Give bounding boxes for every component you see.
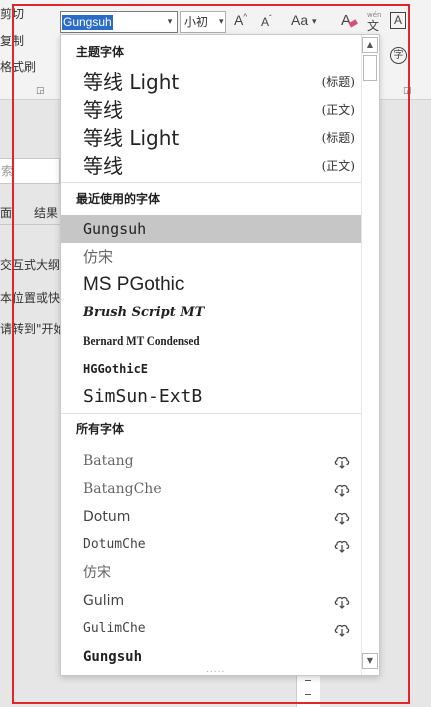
font-option-theme[interactable]: 等线 Light (标题)	[61, 68, 361, 96]
scroll-down-arrow-icon[interactable]: ▼	[362, 653, 378, 669]
font-option-all[interactable]: Gulim	[61, 587, 361, 615]
section-divider	[61, 413, 361, 414]
font-option-all[interactable]: GulimChe	[61, 615, 361, 643]
cloud-download-icon	[334, 512, 350, 525]
cut-button[interactable]: 剪切	[0, 5, 24, 22]
font-option-recent-selected[interactable]: Gungsuh	[61, 215, 361, 243]
enclose-characters-icon[interactable]: 字	[390, 47, 407, 64]
font-name-value[interactable]: Gungsuh	[62, 15, 113, 30]
format-painter-button[interactable]: 格式刷	[0, 58, 36, 75]
font-dialog-launcher-icon[interactable]: ◲	[403, 86, 412, 96]
font-option-recent[interactable]: HGGothicE	[61, 355, 361, 383]
font-option-all[interactable]: DotumChe	[61, 531, 361, 559]
nav-info-line: 请转到"开始	[0, 322, 66, 336]
clipboard-launcher-icon[interactable]: ◲	[36, 86, 45, 96]
scroll-up-arrow-icon[interactable]: ▲	[362, 37, 378, 53]
nav-tab-headings[interactable]: 面	[0, 204, 12, 221]
clear-formatting-icon[interactable]: A	[340, 10, 358, 30]
font-option-recent[interactable]: Brush Script MT	[61, 299, 361, 327]
document-area	[380, 100, 431, 707]
shrink-font-button[interactable]: Aˇ	[261, 14, 272, 29]
all-fonts-header: 所有字体	[61, 415, 361, 443]
cloud-download-icon	[334, 624, 350, 637]
font-option-recent[interactable]: 仿宋	[61, 243, 361, 271]
font-option-theme[interactable]: 等线 Light (标题)	[61, 124, 361, 152]
cloud-download-icon	[334, 484, 350, 497]
svg-text:wén: wén	[367, 11, 381, 19]
character-border-icon[interactable]: A	[390, 12, 406, 29]
phonetic-guide-icon[interactable]: wén 文	[364, 10, 382, 32]
font-name-dropdown-arrow-icon[interactable]: ▾	[163, 11, 178, 33]
section-divider	[61, 182, 361, 183]
font-option-recent[interactable]: SimSun-ExtB	[61, 383, 361, 411]
recent-fonts-header: 最近使用的字体	[61, 185, 361, 213]
nav-info-line: 本位置或快	[0, 291, 61, 305]
navigation-pane	[0, 100, 60, 707]
scrollbar-thumb[interactable]	[363, 55, 377, 81]
font-option-all[interactable]: BatangChe	[61, 475, 361, 503]
font-option-recent[interactable]: MS PGothic	[61, 271, 361, 299]
cloud-download-icon	[334, 540, 350, 553]
nav-tab-divider	[0, 224, 60, 225]
font-option-theme[interactable]: 等线 (正文)	[61, 152, 361, 180]
font-option-theme[interactable]: 等线 (正文)	[61, 96, 361, 124]
theme-fonts-header: 主题字体	[61, 38, 361, 66]
navigation-search-input[interactable]: 索	[0, 158, 60, 184]
svg-text:A: A	[341, 12, 351, 29]
font-option-all[interactable]: Dotum	[61, 503, 361, 531]
font-option-all[interactable]: 仿宋	[61, 559, 361, 587]
vertical-ruler	[296, 676, 320, 707]
svg-text:文: 文	[367, 18, 379, 32]
nav-tab-results[interactable]: 结果	[34, 204, 58, 221]
font-dropdown-list[interactable]: 主题字体 等线 Light (标题) 等线 (正文) 等线 Light (标题)…	[60, 34, 380, 676]
cloud-download-icon	[334, 456, 350, 469]
font-option-recent[interactable]: Bernard MT Condensed	[61, 327, 361, 355]
change-case-arrow-icon[interactable]: ▾	[312, 12, 317, 32]
resize-grip-icon[interactable]: .....	[206, 665, 225, 675]
grow-font-button[interactable]: A^	[234, 12, 247, 28]
font-size-dropdown-arrow-icon[interactable]: ▾	[219, 11, 224, 33]
copy-button[interactable]: 复制	[0, 32, 24, 49]
nav-info-line: 交互式大纲	[0, 258, 61, 272]
cloud-download-icon	[334, 596, 350, 609]
change-case-button[interactable]: Aa	[291, 12, 308, 28]
dropdown-scrollbar[interactable]	[361, 35, 379, 675]
font-name-combobox[interactable]: Gungsuh	[60, 11, 164, 33]
font-option-all[interactable]: Batang	[61, 447, 361, 475]
